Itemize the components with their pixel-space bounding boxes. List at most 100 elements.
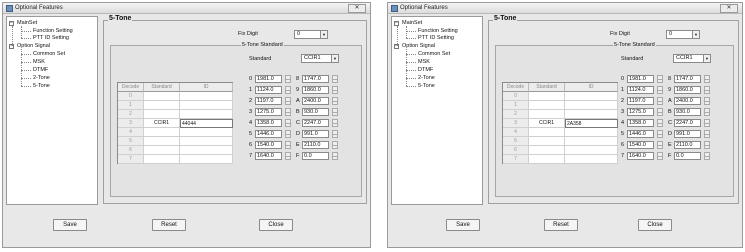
freq-value-field[interactable]: 2400.0 — [674, 97, 701, 105]
tree-item-label[interactable]: Common Set — [418, 51, 450, 57]
close-button[interactable]: Close — [638, 219, 672, 231]
freq-value-field[interactable]: 2110.0 — [302, 141, 329, 149]
freq-value-field[interactable]: 1124.0 — [627, 86, 654, 94]
spin-arrows-icon[interactable] — [285, 75, 291, 83]
id-input[interactable]: 2A358 — [565, 119, 618, 128]
freq-value-field[interactable]: 2247.0 — [674, 119, 701, 127]
tree-item-label[interactable]: Common Set — [33, 51, 65, 57]
spin-arrows-icon[interactable] — [285, 152, 291, 160]
freq-value-field[interactable]: 1446.0 — [627, 130, 654, 138]
tree-item-label[interactable]: PTT ID Setting — [33, 35, 69, 41]
table-row-id[interactable] — [180, 101, 233, 110]
tree-item-label[interactable]: DTMF — [33, 67, 48, 73]
freq-value-field[interactable]: 1640.0 — [255, 152, 282, 160]
spin-arrows-icon[interactable] — [332, 141, 338, 149]
tree-item-label[interactable]: MSK — [418, 59, 430, 65]
freq-value-field[interactable]: 1981.0 — [627, 75, 654, 83]
id-input[interactable]: 44044 — [180, 119, 233, 128]
tree-item-label[interactable]: 2-Tone — [418, 75, 435, 81]
close-window-button[interactable]: ✕ — [720, 4, 738, 13]
table-row-standard[interactable] — [529, 137, 565, 146]
freq-value-field[interactable]: 1860.0 — [674, 86, 701, 94]
freq-value-field[interactable]: 930.0 — [302, 108, 329, 116]
table-row-id[interactable] — [565, 146, 618, 155]
spin-arrows-icon[interactable] — [704, 97, 710, 105]
table-row-standard[interactable] — [529, 92, 565, 101]
table-row-id[interactable] — [565, 101, 618, 110]
spin-arrows-icon[interactable] — [332, 130, 338, 138]
spin-arrows-icon[interactable] — [285, 141, 291, 149]
freq-value-field[interactable]: 1358.0 — [255, 119, 282, 127]
spin-arrows-icon[interactable] — [657, 152, 663, 160]
freq-value-field[interactable]: 1275.0 — [255, 108, 282, 116]
spin-arrows-icon[interactable] — [332, 86, 338, 94]
standard-select[interactable]: CCIR1 ▼ — [673, 54, 711, 63]
table-row-id[interactable] — [180, 128, 233, 137]
spin-arrows-icon[interactable] — [285, 86, 291, 94]
table-row-id[interactable] — [180, 155, 233, 164]
table-row-standard[interactable] — [529, 146, 565, 155]
table-row-id[interactable] — [565, 128, 618, 137]
tree-item-label[interactable]: PTT ID Setting — [418, 35, 454, 41]
spin-arrows-icon[interactable] — [704, 130, 710, 138]
table-row-standard[interactable] — [144, 146, 180, 155]
freq-value-field[interactable]: 1197.0 — [255, 97, 282, 105]
table-row-id[interactable] — [180, 137, 233, 146]
table-row-standard[interactable] — [144, 155, 180, 164]
table-row-id[interactable] — [180, 146, 233, 155]
table-row-standard[interactable] — [529, 128, 565, 137]
close-button[interactable]: Close — [259, 219, 293, 231]
tree-item-label[interactable]: 5-Tone — [33, 83, 50, 89]
spin-arrows-icon[interactable] — [704, 108, 710, 116]
standard-select[interactable]: CCIR1 ▼ — [301, 54, 339, 63]
freq-value-field[interactable]: 1275.0 — [627, 108, 654, 116]
freq-value-field[interactable]: 1981.0 — [255, 75, 282, 83]
table-row-standard[interactable] — [529, 110, 565, 119]
table-row-standard[interactable] — [144, 101, 180, 110]
spin-arrows-icon[interactable] — [285, 108, 291, 116]
table-row-id[interactable] — [565, 110, 618, 119]
freq-value-field[interactable]: 1124.0 — [255, 86, 282, 94]
spin-arrows-icon[interactable] — [704, 119, 710, 127]
freq-value-field[interactable]: 0.0 — [302, 152, 329, 160]
spin-arrows-icon[interactable] — [657, 130, 663, 138]
table-row-standard[interactable] — [144, 110, 180, 119]
reset-button[interactable]: Reset — [544, 219, 578, 231]
reset-button[interactable]: Reset — [152, 219, 186, 231]
spin-arrows-icon[interactable] — [704, 152, 710, 160]
table-row-standard[interactable] — [144, 137, 180, 146]
table-row-standard[interactable] — [144, 92, 180, 101]
table-row-standard[interactable] — [529, 155, 565, 164]
title-bar[interactable]: Optional Features ✕ — [3, 3, 370, 14]
table-row-standard[interactable] — [144, 128, 180, 137]
table-row-id[interactable] — [565, 92, 618, 101]
tree-item-label[interactable]: DTMF — [418, 67, 433, 73]
spin-arrows-icon[interactable] — [657, 119, 663, 127]
freq-value-field[interactable]: 1860.0 — [302, 86, 329, 94]
table-row-standard[interactable]: CCIR1 — [144, 119, 180, 128]
freq-value-field[interactable]: 1540.0 — [255, 141, 282, 149]
freq-value-field[interactable]: 2247.0 — [302, 119, 329, 127]
freq-value-field[interactable]: 991.0 — [674, 130, 701, 138]
spin-arrows-icon[interactable] — [285, 130, 291, 138]
spin-arrows-icon[interactable] — [657, 75, 663, 83]
table-row-id[interactable] — [180, 92, 233, 101]
spin-arrows-icon[interactable] — [332, 152, 338, 160]
tree-item-label[interactable]: 2-Tone — [33, 75, 50, 81]
tree-item-label[interactable]: Function Setting — [418, 28, 458, 34]
freq-value-field[interactable]: 1747.0 — [302, 75, 329, 83]
fix-digit-select[interactable]: 0 ▼ — [666, 30, 700, 39]
spin-arrows-icon[interactable] — [704, 141, 710, 149]
save-button[interactable]: Save — [53, 219, 87, 231]
save-button[interactable]: Save — [446, 219, 480, 231]
table-row-id[interactable] — [565, 155, 618, 164]
tree-item-label[interactable]: 5-Tone — [418, 83, 435, 89]
close-window-button[interactable]: ✕ — [348, 4, 366, 13]
freq-value-field[interactable]: 1540.0 — [627, 141, 654, 149]
table-row-id[interactable] — [180, 110, 233, 119]
freq-value-field[interactable]: 2400.0 — [302, 97, 329, 105]
spin-arrows-icon[interactable] — [285, 97, 291, 105]
freq-value-field[interactable]: 1446.0 — [255, 130, 282, 138]
freq-value-field[interactable]: 1197.0 — [627, 97, 654, 105]
spin-arrows-icon[interactable] — [332, 108, 338, 116]
